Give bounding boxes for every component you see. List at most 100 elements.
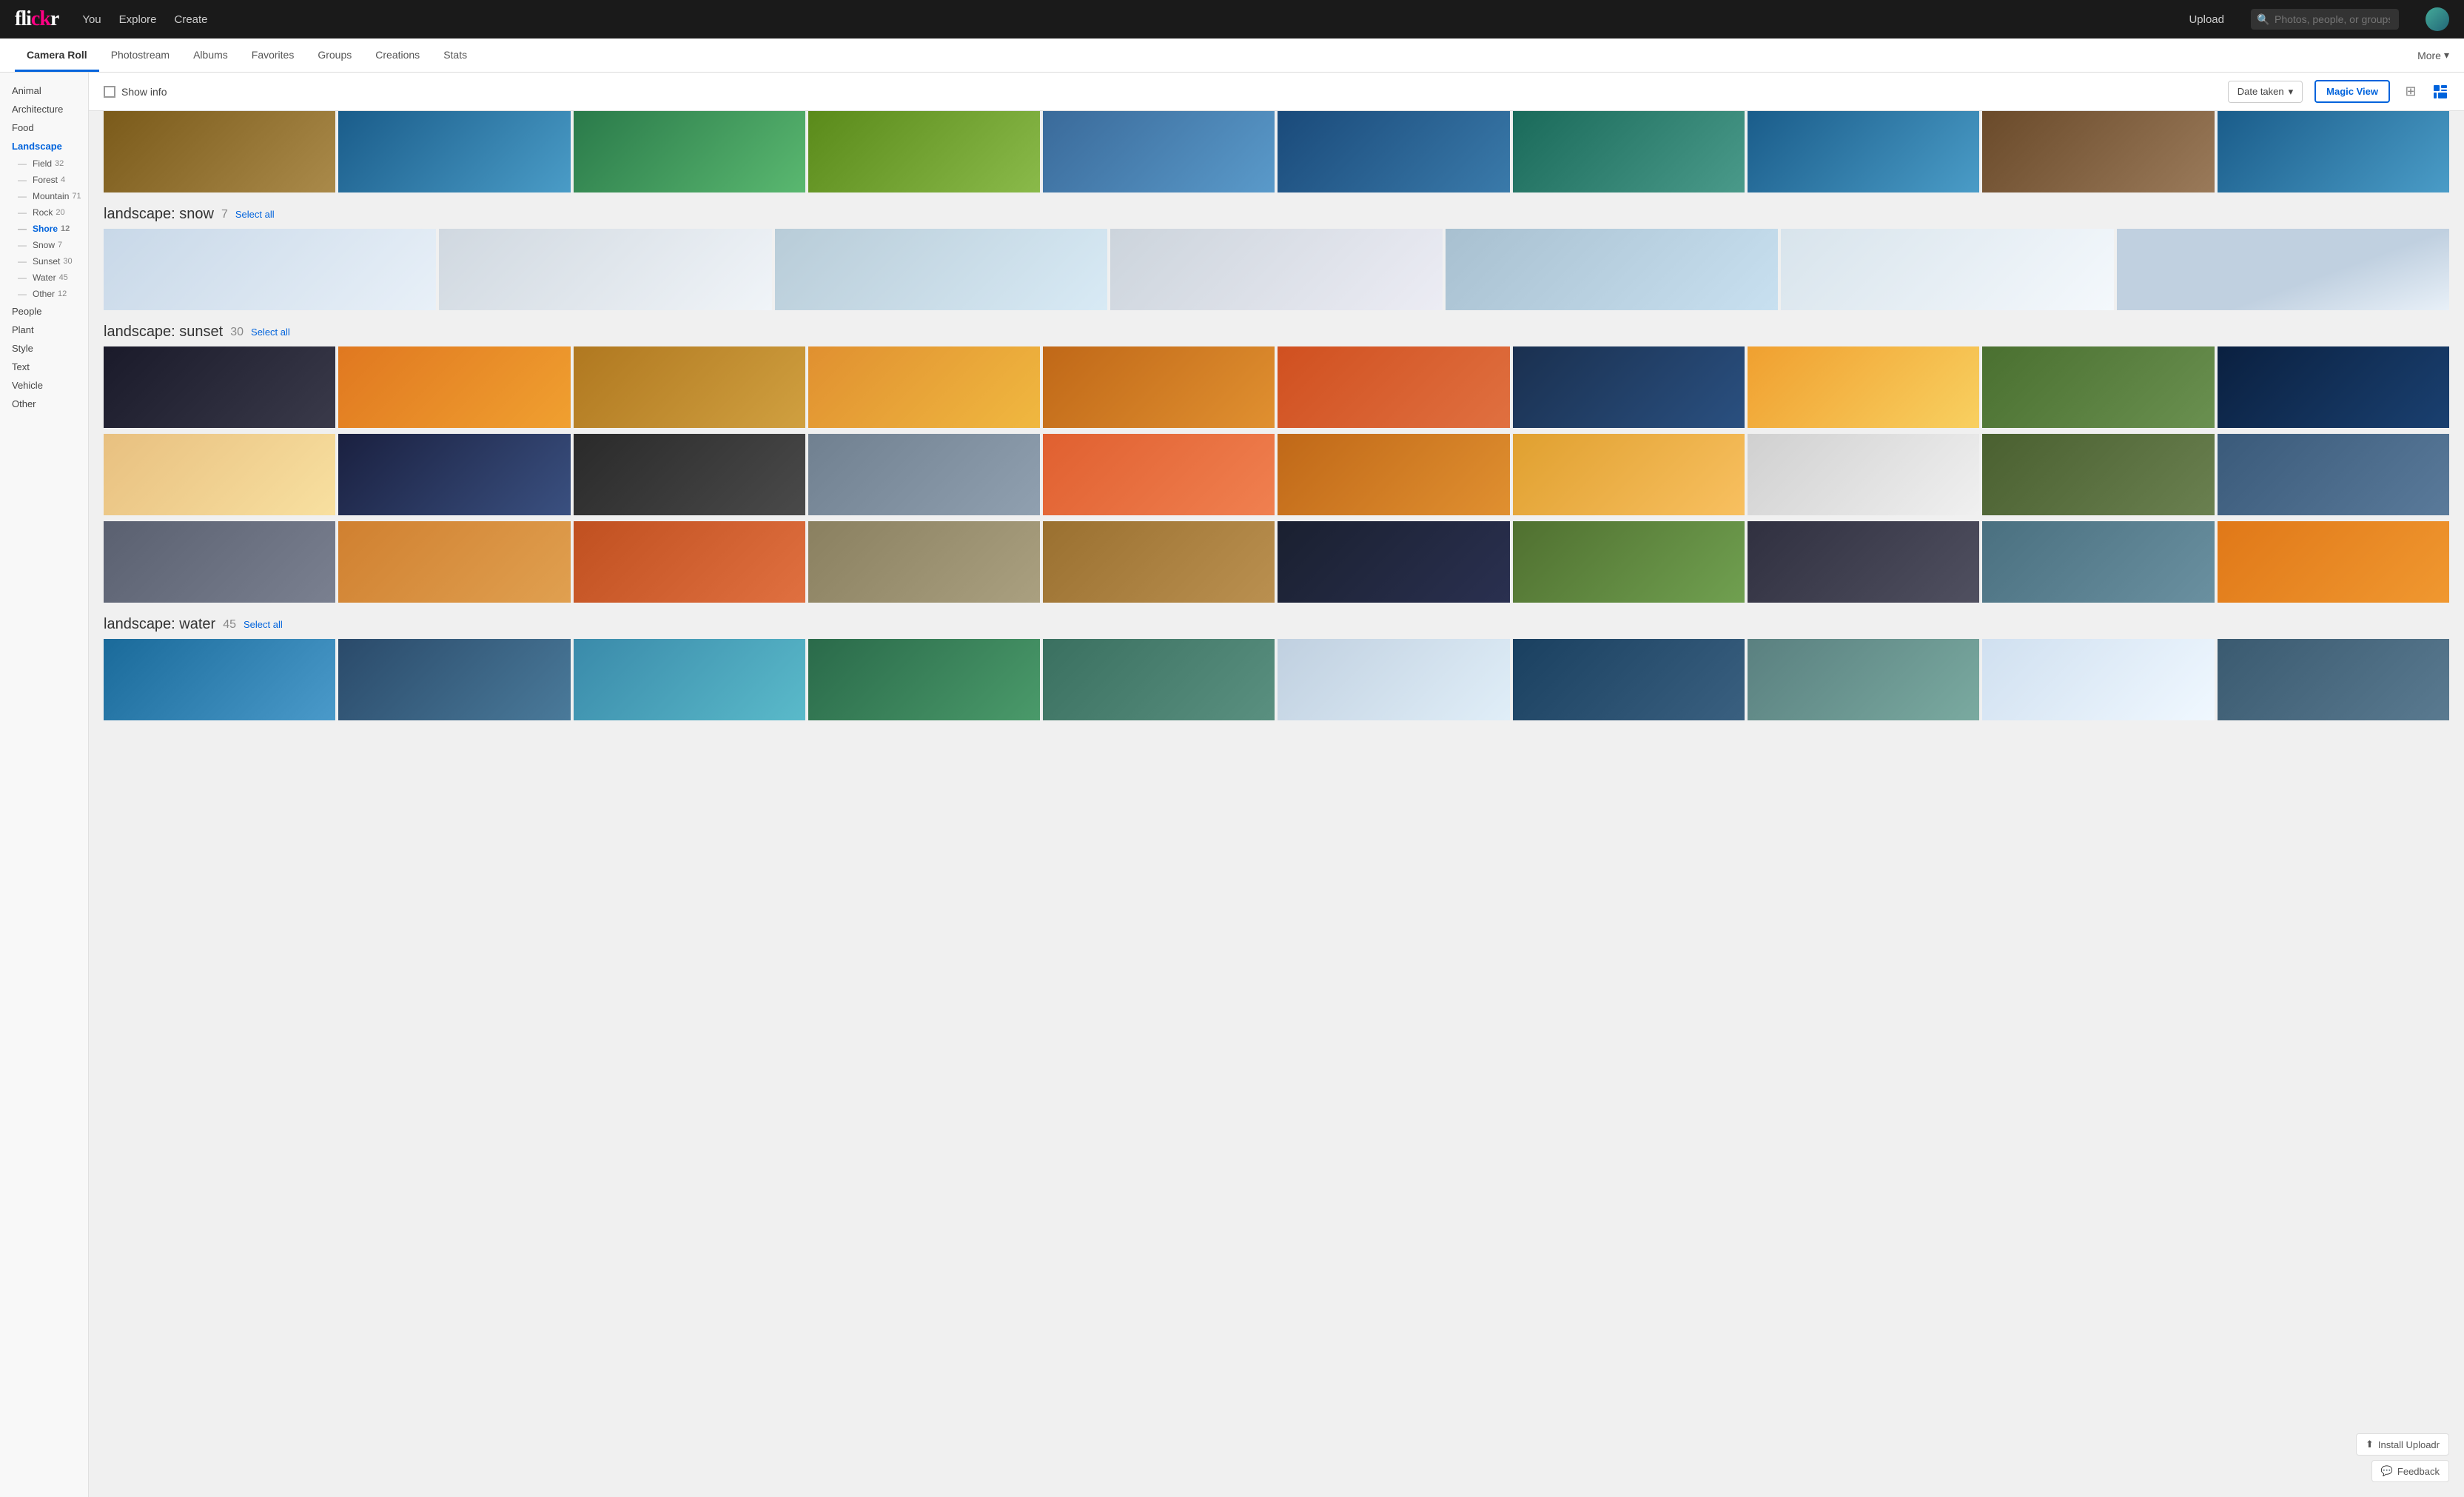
water-select-all[interactable]: Select all xyxy=(244,619,283,630)
search-input[interactable] xyxy=(2251,9,2399,30)
photo-thumb[interactable] xyxy=(1982,346,2214,428)
nav-you[interactable]: You xyxy=(82,13,101,26)
sidebar-sub-field[interactable]: — Field 32 xyxy=(0,155,88,172)
photo-thumb[interactable] xyxy=(574,639,805,720)
feedback-button[interactable]: 💬 Feedback xyxy=(2371,1460,2449,1482)
grid-view-icon[interactable]: ⊞ xyxy=(2402,83,2420,101)
photo-thumb[interactable] xyxy=(1982,521,2214,603)
avatar[interactable] xyxy=(2426,7,2449,31)
photo-thumb[interactable] xyxy=(1748,521,1979,603)
photo-thumb[interactable] xyxy=(338,639,570,720)
sidebar-item-architecture[interactable]: Architecture xyxy=(0,100,88,118)
photo-thumb[interactable] xyxy=(1278,639,1509,720)
photo-thumb[interactable] xyxy=(1781,229,2113,310)
photo-thumb[interactable] xyxy=(574,434,805,515)
photo-thumb[interactable] xyxy=(1043,346,1275,428)
photo-thumb[interactable] xyxy=(104,639,335,720)
photo-thumb[interactable] xyxy=(574,346,805,428)
photo-thumb[interactable] xyxy=(808,639,1040,720)
photo-thumb[interactable] xyxy=(2117,229,2449,310)
photo-thumb[interactable] xyxy=(1043,521,1275,603)
photo-thumb[interactable] xyxy=(104,434,335,515)
sidebar-sub-forest[interactable]: — Forest 4 xyxy=(0,172,88,188)
sidebar-sub-shore[interactable]: — Shore 12 xyxy=(0,221,88,237)
tab-photostream[interactable]: Photostream xyxy=(99,40,181,72)
sidebar-item-food[interactable]: Food xyxy=(0,118,88,137)
sidebar-item-landscape[interactable]: Landscape xyxy=(0,137,88,155)
sidebar-item-other[interactable]: Other xyxy=(0,395,88,413)
upload-button[interactable]: Upload xyxy=(2189,13,2224,26)
tab-stats[interactable]: Stats xyxy=(432,40,479,72)
sidebar-sub-rock[interactable]: — Rock 20 xyxy=(0,204,88,221)
sidebar-sub-sunset[interactable]: — Sunset 30 xyxy=(0,253,88,269)
photo-thumb[interactable] xyxy=(1278,346,1509,428)
photo-thumb[interactable] xyxy=(2218,346,2449,428)
photo-thumb[interactable] xyxy=(574,521,805,603)
photo-thumb[interactable] xyxy=(2218,111,2449,192)
photo-thumb[interactable] xyxy=(338,346,570,428)
photo-thumb[interactable] xyxy=(104,229,436,310)
tab-favorites[interactable]: Favorites xyxy=(240,40,306,72)
photo-thumb[interactable] xyxy=(1513,346,1745,428)
nav-explore[interactable]: Explore xyxy=(119,13,157,26)
photo-thumb[interactable] xyxy=(1043,639,1275,720)
photo-thumb[interactable] xyxy=(2218,639,2449,720)
photo-thumb[interactable] xyxy=(808,111,1040,192)
photo-thumb[interactable] xyxy=(1748,111,1979,192)
photo-thumb[interactable] xyxy=(439,229,771,310)
sidebar-item-text[interactable]: Text xyxy=(0,358,88,376)
photo-thumb[interactable] xyxy=(1278,111,1509,192)
photo-thumb[interactable] xyxy=(338,434,570,515)
photo-thumb[interactable] xyxy=(808,346,1040,428)
sidebar-sub-other-landscape[interactable]: — Other 12 xyxy=(0,286,88,302)
sidebar-item-vehicle[interactable]: Vehicle xyxy=(0,376,88,395)
photo-thumb[interactable] xyxy=(2218,521,2449,603)
photo-thumb[interactable] xyxy=(338,521,570,603)
sidebar-item-plant[interactable]: Plant xyxy=(0,321,88,339)
photo-thumb[interactable] xyxy=(1043,111,1275,192)
photo-thumb[interactable] xyxy=(1513,521,1745,603)
show-info-checkbox[interactable] xyxy=(104,86,115,98)
sidebar-sub-mountain[interactable]: — Mountain 71 xyxy=(0,188,88,204)
photo-thumb[interactable] xyxy=(104,521,335,603)
photo-thumb[interactable] xyxy=(104,111,335,192)
photo-thumb[interactable] xyxy=(808,521,1040,603)
photo-thumb[interactable] xyxy=(1278,521,1509,603)
tab-albums[interactable]: Albums xyxy=(181,40,240,72)
sidebar-sub-water[interactable]: — Water 45 xyxy=(0,269,88,286)
tab-camera-roll[interactable]: Camera Roll xyxy=(15,40,99,72)
sidebar-item-animal[interactable]: Animal xyxy=(0,81,88,100)
photo-thumb[interactable] xyxy=(104,346,335,428)
flickr-logo[interactable]: flickr xyxy=(15,7,58,31)
photo-thumb[interactable] xyxy=(1748,639,1979,720)
photo-thumb[interactable] xyxy=(1513,434,1745,515)
tab-groups[interactable]: Groups xyxy=(306,40,363,72)
photo-thumb[interactable] xyxy=(1278,434,1509,515)
photo-thumb[interactable] xyxy=(1513,111,1745,192)
photo-thumb[interactable] xyxy=(1110,229,1443,310)
photo-thumb[interactable] xyxy=(1982,639,2214,720)
photo-thumb[interactable] xyxy=(1982,434,2214,515)
photo-thumb[interactable] xyxy=(2218,434,2449,515)
sidebar-item-style[interactable]: Style xyxy=(0,339,88,358)
photo-thumb[interactable] xyxy=(1748,346,1979,428)
photo-thumb[interactable] xyxy=(1043,434,1275,515)
photo-thumb[interactable] xyxy=(1513,639,1745,720)
sunset-select-all[interactable]: Select all xyxy=(251,326,290,338)
sidebar-sub-snow[interactable]: — Snow 7 xyxy=(0,237,88,253)
sidebar-item-people[interactable]: People xyxy=(0,302,88,321)
magic-view-button[interactable]: Magic View xyxy=(2314,80,2390,103)
photo-thumb[interactable] xyxy=(338,111,570,192)
photo-thumb[interactable] xyxy=(1446,229,1778,310)
photo-thumb[interactable] xyxy=(1748,434,1979,515)
install-uploadr-button[interactable]: ⬆ Install Uploadr xyxy=(2356,1433,2449,1456)
magic-view-icon[interactable] xyxy=(2431,83,2449,101)
tab-creations[interactable]: Creations xyxy=(363,40,432,72)
photo-thumb[interactable] xyxy=(1982,111,2214,192)
photo-thumb[interactable] xyxy=(775,229,1107,310)
photo-thumb[interactable] xyxy=(574,111,805,192)
snow-select-all[interactable]: Select all xyxy=(235,209,275,220)
photo-thumb[interactable] xyxy=(808,434,1040,515)
nav-create[interactable]: Create xyxy=(175,13,208,26)
date-taken-button[interactable]: Date taken ▾ xyxy=(2228,81,2303,103)
